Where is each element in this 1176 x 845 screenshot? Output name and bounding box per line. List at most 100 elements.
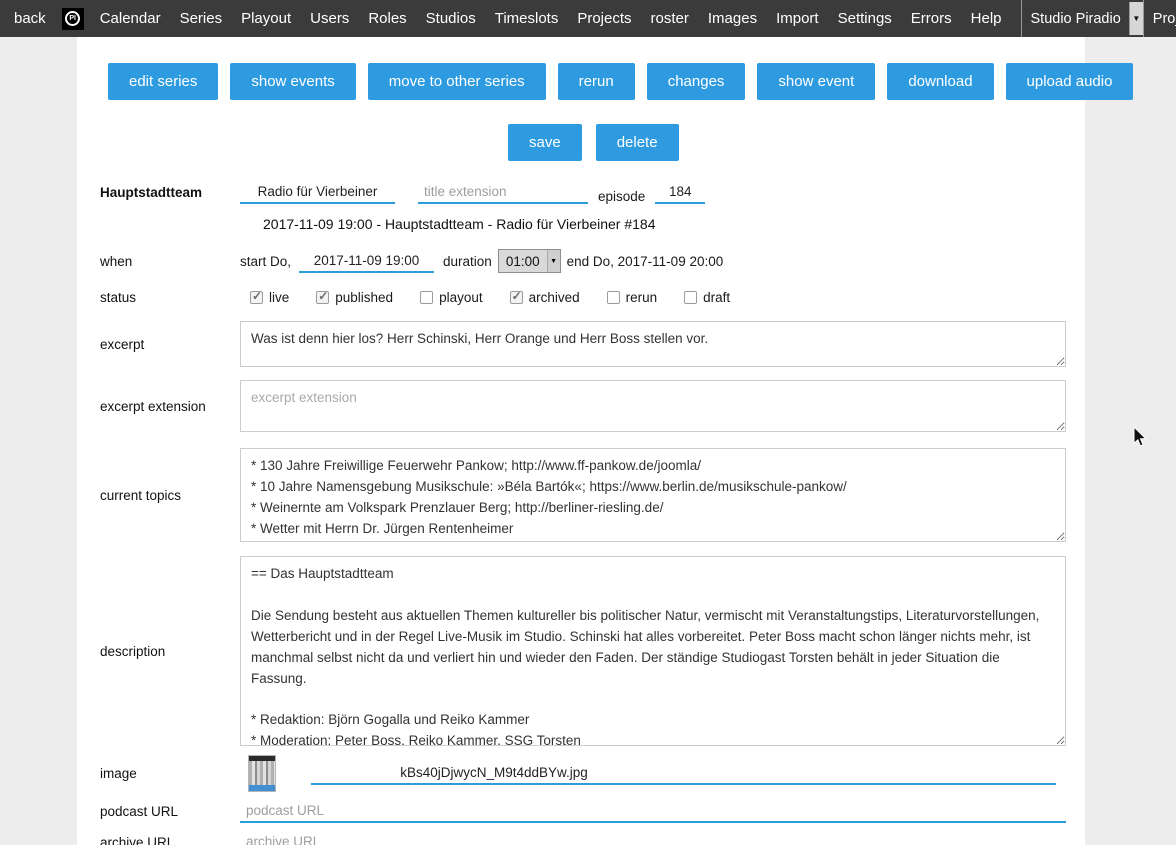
nav-item[interactable]: Images [708,10,757,27]
studio-select-value: Studio Piradio [1031,11,1121,27]
episode-label: episode [598,189,645,204]
current-topics-textarea[interactable]: * 130 Jahre Freiwillige Feuerwehr Pankow… [240,448,1066,542]
toolbar-right-group: download upload audio [887,63,1133,100]
image-label: image [100,766,240,781]
image-filename-input[interactable] [311,762,677,785]
excerpt-extension-label: excerpt extension [100,399,240,414]
status-label: status [100,290,240,305]
toolbar-button[interactable]: download [887,63,993,100]
studio-select[interactable]: Studio Piradio ▼ [1021,0,1143,37]
excerpt-label: excerpt [100,337,240,352]
nav-item[interactable]: Timeslots [495,10,559,27]
archive-url-label: archive URL [100,835,240,845]
duration-label: duration [443,254,492,269]
event-summary-text: 2017-11-09 19:00 - Hauptstadtteam - Radi… [263,216,1066,232]
nav-item[interactable]: Projects [577,10,631,27]
nav-item[interactable]: Users [310,10,349,27]
when-row: when start Do, duration 01:00 ▼ end Do, … [100,249,1066,273]
podcast-url-label: podcast URL [100,804,240,819]
podcast-url-input[interactable] [240,800,1066,823]
back-link[interactable]: back [14,10,46,27]
status-checkbox-item[interactable]: playout [420,290,510,305]
project-select[interactable]: Project 88vier ▼ [1143,0,1176,37]
checkbox-label: playout [439,290,483,305]
start-datetime-input[interactable] [299,250,434,273]
status-checkbox-item[interactable]: published [316,290,420,305]
status-checkbox-item[interactable]: draft [684,290,757,305]
toolbar-button[interactable]: edit series [108,63,218,100]
status-checkbox-item[interactable]: rerun [607,290,685,305]
description-textarea[interactable]: == Das Hauptstadtteam Die Sendung besteh… [240,556,1066,746]
toolbar-row-2: save delete [508,124,1085,161]
checkbox[interactable] [684,291,697,304]
nav-item[interactable]: Errors [911,10,952,27]
start-prefix-label: start Do, [240,254,291,269]
status-row: status live published playout archived [100,290,1066,305]
title-extension-input[interactable] [418,181,588,204]
when-label: when [100,254,240,269]
toolbar-button[interactable]: changes [647,63,746,100]
logo-circle: PI [65,11,80,26]
project-select-value: Project 88vier [1153,11,1176,27]
archive-url-row: archive URL [100,831,1066,845]
title-row: Hauptstadtteam episode [100,181,1066,204]
episode-form: Hauptstadtteam episode 2017-11-09 19:00 … [77,181,1085,845]
checkbox-label: published [335,290,393,305]
status-checkbox-item[interactable]: live [250,290,316,305]
image-extra-input[interactable] [677,762,1056,785]
mouse-cursor [1133,427,1151,449]
content-panel: edit series show events move to other seri… [77,37,1085,845]
chevron-down-icon[interactable]: ▼ [547,250,560,272]
top-nav: back PI Calendar Series Playout Users Roles S… [0,0,1176,37]
description-row: description == Das Hauptstadtteam Die Se… [100,556,1066,746]
thumbnail-bottom-band [249,785,275,791]
toolbar-button[interactable]: show event [757,63,875,100]
toolbar-button[interactable]: move to other series [368,63,546,100]
checkbox[interactable] [316,291,329,304]
checkbox-label: rerun [626,290,658,305]
excerpt-extension-textarea[interactable] [240,380,1066,432]
nav-item[interactable]: Help [971,10,1002,27]
toolbar-row-1: edit series show events move to other seri… [77,37,1085,100]
checkbox-label: archived [529,290,580,305]
nav-item[interactable]: Series [180,10,223,27]
toolbar-button[interactable]: rerun [558,63,635,100]
current-topics-label: current topics [100,488,240,503]
archive-url-input[interactable] [240,831,1066,845]
image-row: image [100,755,1066,792]
checkbox[interactable] [510,291,523,304]
toolbar-button[interactable]: delete [596,124,679,161]
toolbar-button[interactable]: show events [230,63,355,100]
checkbox[interactable] [250,291,263,304]
end-datetime-label: end Do, 2017-11-09 20:00 [567,254,724,269]
nav-item[interactable]: Roles [368,10,406,27]
nav-item[interactable]: Import [776,10,819,27]
chevron-down-icon[interactable]: ▼ [1129,2,1143,35]
excerpt-extension-row: excerpt extension [100,380,1066,432]
excerpt-row: excerpt Was ist denn hier los? Herr Schi… [100,321,1066,367]
podcast-url-row: podcast URL [100,800,1066,823]
current-topics-row: current topics * 130 Jahre Freiwillige F… [100,448,1066,542]
piradio-logo-icon[interactable]: PI [62,8,84,30]
episode-input[interactable] [655,181,705,204]
checkbox[interactable] [607,291,620,304]
duration-select[interactable]: 01:00 ▼ [498,249,561,273]
title-input[interactable] [240,181,395,204]
status-checkbox-item[interactable]: archived [510,290,607,305]
checkbox[interactable] [420,291,433,304]
checkbox-label: draft [703,290,730,305]
thumbnail-photo-area [249,761,275,785]
toolbar-button[interactable]: upload audio [1006,63,1134,100]
nav-item[interactable]: Playout [241,10,291,27]
excerpt-textarea[interactable]: Was ist denn hier los? Herr Schinski, He… [240,321,1066,367]
nav-item[interactable]: roster [651,10,689,27]
description-label: description [100,644,240,659]
toolbar-button[interactable]: save [508,124,582,161]
nav-item[interactable]: Settings [838,10,892,27]
duration-select-value: 01:00 [499,250,547,272]
checkbox-label: live [269,290,289,305]
series-name-label: Hauptstadtteam [100,185,240,200]
nav-item[interactable]: Studios [426,10,476,27]
image-thumbnail[interactable] [248,755,276,792]
nav-item[interactable]: Calendar [100,10,161,27]
